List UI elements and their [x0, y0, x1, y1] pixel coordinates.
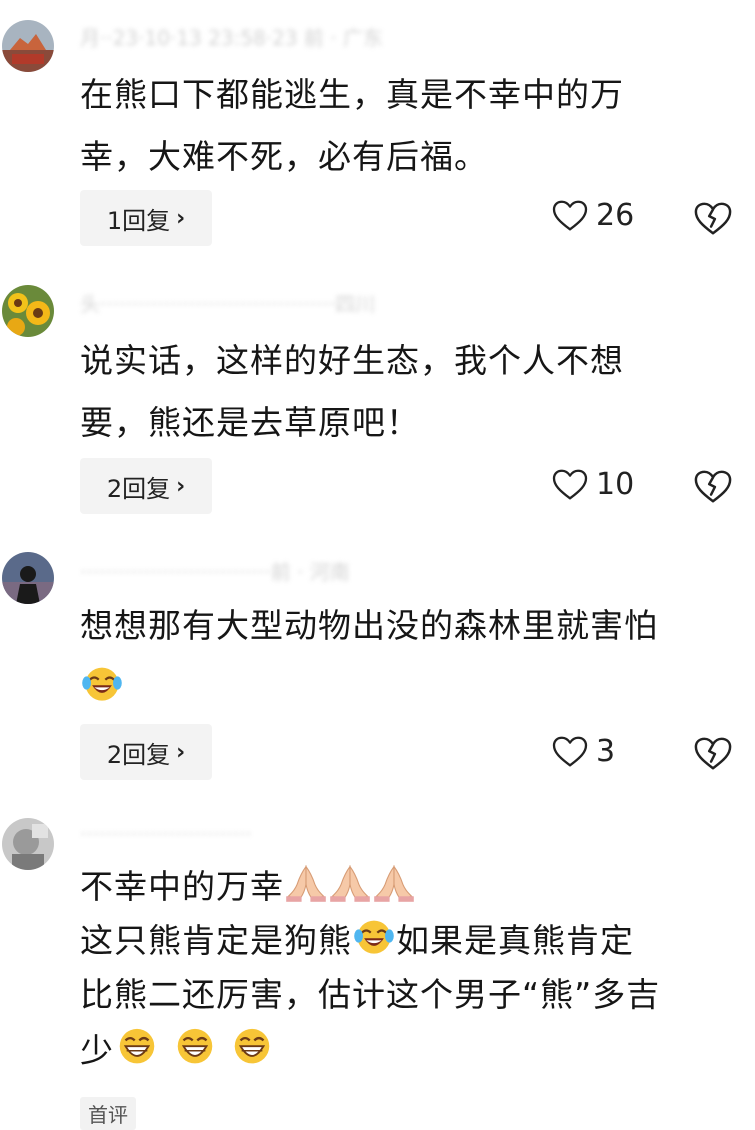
comment-line-text: 这只熊肯定是狗熊: [80, 921, 352, 960]
heart-outline-icon: [552, 469, 588, 501]
comment-meta: ······························前 · 河南: [80, 560, 350, 584]
praying-hands-emoji: [284, 860, 328, 904]
heart-outline-icon: [552, 736, 588, 768]
comment-line: 幸，大难不死，必有后福。: [80, 137, 488, 176]
chevron-right-icon: ›: [176, 473, 186, 499]
like-count: 26: [596, 198, 635, 233]
like-count: 3: [596, 734, 616, 769]
like-button[interactable]: 3: [552, 734, 615, 769]
chevron-right-icon: ›: [176, 739, 186, 765]
heart-outline-icon: [552, 200, 588, 232]
laughing-crying-emoji: [352, 914, 396, 958]
grinning-emoji: [114, 1022, 160, 1068]
comment-meta: ···························: [80, 822, 252, 846]
reply-button[interactable]: 1回复 ›: [80, 190, 212, 246]
avatar[interactable]: [2, 552, 54, 604]
comment-line: 在熊口下都能逃生，真是不幸中的万: [80, 75, 624, 114]
praying-hands-emoji: [372, 860, 416, 904]
comment-line: 比熊二还厉害，估计这个男子“熊”多吉: [80, 975, 661, 1014]
like-button[interactable]: 10: [552, 467, 634, 502]
avatar[interactable]: [2, 285, 54, 337]
chevron-right-icon: ›: [176, 205, 186, 231]
grinning-emoji: [229, 1022, 275, 1068]
broken-heart-icon[interactable]: [694, 200, 732, 238]
comment-text: 不幸中的万幸 这只熊肯定是狗熊 如果是真熊肯定 比熊二还厉害，估计这个男子“熊”多…: [80, 860, 730, 1078]
reply-label: 2回复: [106, 740, 171, 769]
comment-line: 说实话，这样的好生态，我个人不想: [80, 341, 624, 380]
like-button[interactable]: 26: [552, 198, 634, 233]
comment-meta: 头·····································四川: [80, 292, 376, 316]
reply-button[interactable]: 2回复 ›: [80, 724, 212, 780]
comment-text: 说实话，这样的好生态，我个人不想 要，熊还是去草原吧！: [80, 330, 730, 454]
comment-text: 在熊口下都能逃生，真是不幸中的万 幸，大难不死，必有后福。: [80, 64, 730, 188]
comment-line: 这只熊肯定是狗熊 如果是真熊肯定: [80, 914, 730, 968]
comment-line: 少: [80, 1022, 730, 1078]
reply-label: 2回复: [106, 474, 171, 503]
like-count: 10: [596, 467, 635, 502]
comment-meta: 月··23·10·13 23:58·23 前 · 广东: [80, 26, 384, 50]
avatar[interactable]: [2, 20, 54, 72]
comment-line: 要，熊还是去草原吧！: [80, 403, 420, 442]
praying-hands-emoji: [328, 860, 372, 904]
first-comment-badge: 首评: [80, 1097, 136, 1130]
comment-line: [80, 657, 730, 719]
laughing-crying-emoji: [80, 661, 124, 705]
comment-line: 想想那有大型动物出没的森林里就害怕: [80, 606, 658, 645]
broken-heart-icon[interactable]: [694, 735, 732, 773]
reply-label: 1回复: [106, 206, 171, 235]
avatar[interactable]: [2, 818, 54, 870]
grinning-emoji: [172, 1022, 218, 1068]
comment-line: 不幸中的万幸: [80, 860, 730, 914]
comment-line-text: 如果是真熊肯定: [396, 921, 634, 960]
comment-line-text: 少: [80, 1031, 114, 1070]
comment-text: 想想那有大型动物出没的森林里就害怕: [80, 595, 730, 719]
reply-button[interactable]: 2回复 ›: [80, 458, 212, 514]
broken-heart-icon[interactable]: [694, 468, 732, 506]
comment-line-text: 不幸中的万幸: [80, 867, 284, 906]
